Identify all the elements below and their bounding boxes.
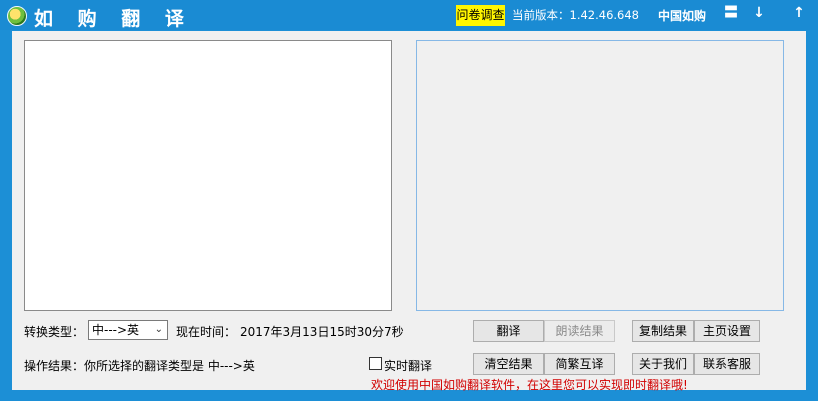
source-text-input[interactable] [24,40,392,311]
about-us-button[interactable]: 关于我们 [632,353,694,375]
realtime-checkbox[interactable] [369,357,382,370]
convert-type-value: 中--->英 [92,323,140,337]
read-result-button[interactable]: 朗读结果 [544,320,615,342]
minimize-icon[interactable]: ↓ [750,3,768,23]
menu-icon[interactable]: 〓 [722,3,740,23]
current-time-label: 现在时间： [176,325,237,339]
brand-link[interactable]: 中国如购 [658,7,706,24]
operation-result-label: 操作结果：你所选择的翻译类型是 中--->英 [24,359,255,373]
convert-type-select[interactable]: 中--->英 ⌄ [88,320,168,340]
welcome-message: 欢迎使用中国如购翻译软件，在这里您可以实现即时翻译哦! [371,378,688,392]
translate-button[interactable]: 翻译 [473,320,544,342]
survey-button[interactable]: 问卷调查 [456,5,505,26]
simp-trad-button[interactable]: 简繁互译 [544,353,615,375]
convert-type-label: 转换类型： [24,325,85,339]
app-logo-icon [7,6,27,26]
clear-result-button[interactable]: 清空结果 [473,353,544,375]
app-title: 如 购 翻 译 [34,8,193,30]
main-panel: 转换类型： 中--->英 ⌄ 现在时间： 2017年3月13日15时30分7秒 … [12,31,806,392]
title-bar: 如 购 翻 译 问卷调查 当前版本：1.42.46.648 中国如购 〓 ↓ ↑ [0,0,818,30]
copy-result-button[interactable]: 复制结果 [632,320,694,342]
current-time-value: 2017年3月13日15时30分7秒 [240,325,404,339]
pin-top-icon[interactable]: ↑ [790,3,808,23]
contact-service-button[interactable]: 联系客服 [694,353,760,375]
version-label: 当前版本：1.42.46.648 [512,8,639,22]
realtime-label: 实时翻译 [384,359,433,373]
home-settings-button[interactable]: 主页设置 [694,320,760,342]
chevron-down-icon: ⌄ [154,324,163,335]
translation-output[interactable] [416,40,784,311]
